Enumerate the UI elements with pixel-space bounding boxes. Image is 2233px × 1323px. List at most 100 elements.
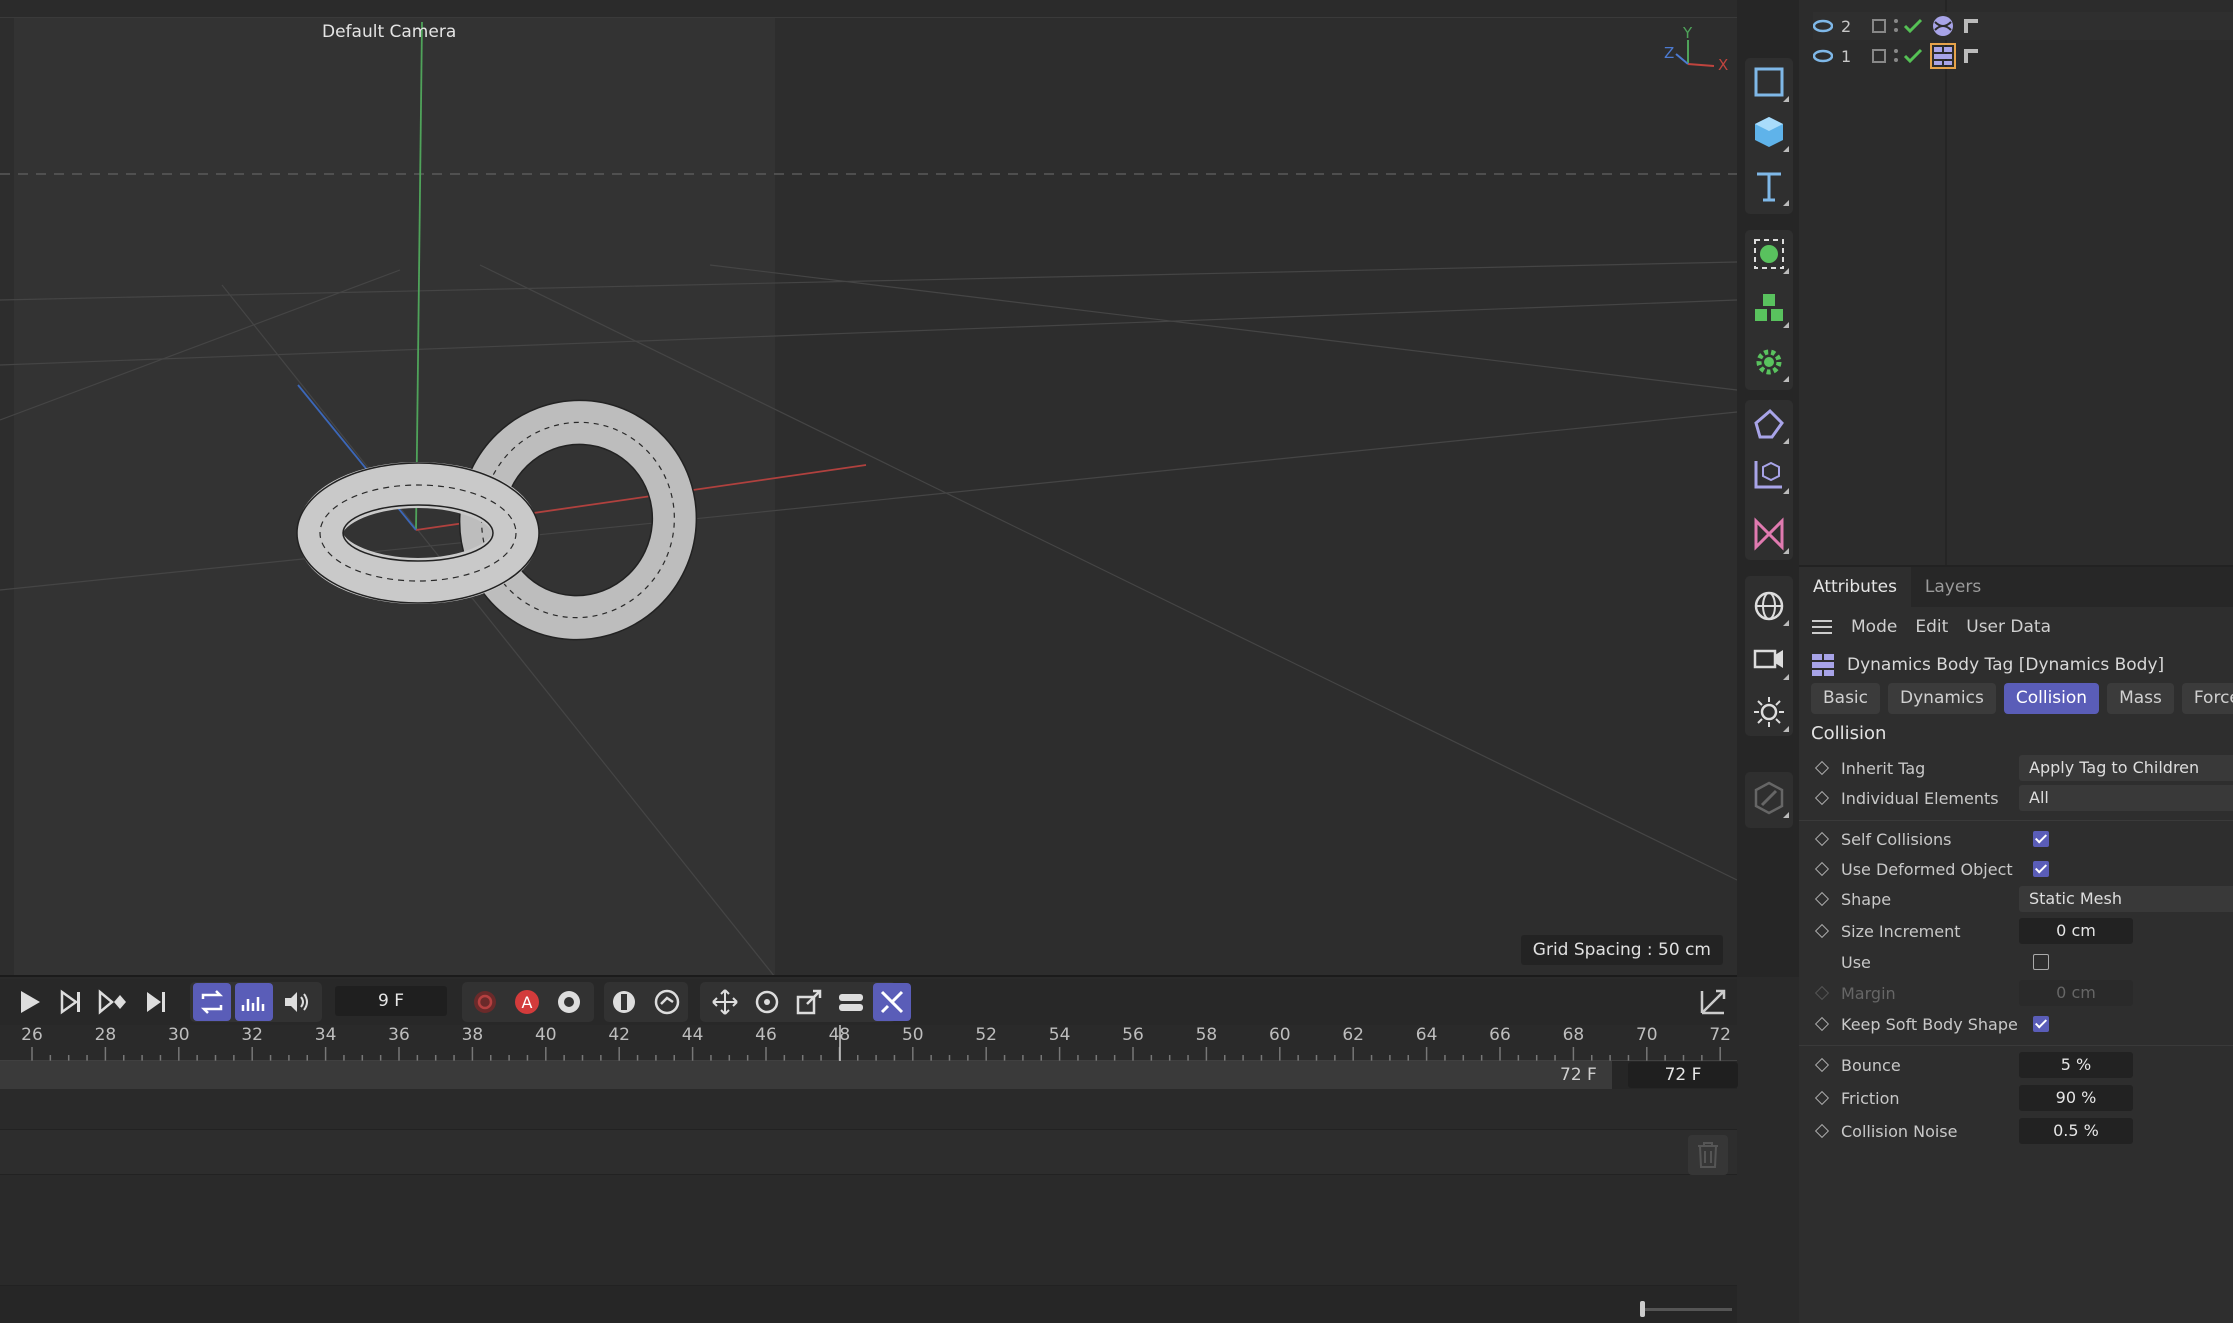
max-frame-field[interactable]: 72 F bbox=[1628, 1062, 1738, 1088]
tag-flag-icon[interactable] bbox=[1961, 16, 1981, 36]
shape-dropdown[interactable]: Static Mesh bbox=[2019, 886, 2233, 912]
camera-label[interactable]: Default Camera bbox=[322, 22, 456, 42]
move-key-icon[interactable] bbox=[706, 983, 744, 1021]
render-dots-icon[interactable] bbox=[1891, 47, 1901, 65]
visibility-eye-icon[interactable] bbox=[1813, 49, 1833, 63]
audio-scrub-icon[interactable] bbox=[235, 983, 273, 1021]
tag-title: Dynamics Body Tag [Dynamics Body] bbox=[1847, 655, 2165, 675]
current-frame-field[interactable]: 9 F bbox=[335, 986, 447, 1016]
keyframe-diamond-icon[interactable] bbox=[1814, 923, 1830, 939]
editor-toggle-icon[interactable] bbox=[1871, 48, 1887, 64]
timeline-graph-icon[interactable] bbox=[1694, 983, 1732, 1021]
object-row-2[interactable]: 2 bbox=[1813, 12, 2233, 40]
field-icon[interactable] bbox=[1747, 512, 1791, 556]
scene-object-icon[interactable] bbox=[1747, 452, 1791, 496]
collision-noise-field[interactable]: 0.5 % bbox=[2019, 1118, 2133, 1144]
sphere-tag-icon[interactable] bbox=[1931, 14, 1955, 38]
use-checkbox[interactable] bbox=[2033, 954, 2049, 970]
dynamics-tag-icon[interactable] bbox=[1930, 43, 1956, 69]
individual-elements-dropdown[interactable]: All bbox=[2019, 785, 2233, 811]
friction-field[interactable]: 90 % bbox=[2019, 1085, 2133, 1111]
menu-user-data[interactable]: User Data bbox=[1966, 617, 2051, 637]
enabled-check-icon[interactable] bbox=[1903, 48, 1923, 64]
timeline-ruler[interactable]: 26 28 30 32 34 36 38 40 42 44 46 48 50 52 54 56 58 60 62 64… bbox=[0, 1025, 1737, 1063]
generator-icon[interactable] bbox=[1747, 232, 1791, 276]
keep-soft-body-checkbox[interactable] bbox=[2033, 1016, 2049, 1032]
visibility-eye-icon[interactable] bbox=[1813, 19, 1833, 33]
next-key-icon[interactable] bbox=[94, 983, 132, 1021]
menu-edit[interactable]: Edit bbox=[1915, 617, 1948, 637]
cube-icon[interactable] bbox=[1747, 110, 1791, 154]
track-row[interactable] bbox=[0, 1129, 1737, 1175]
prop-label: Individual Elements bbox=[1841, 788, 1999, 808]
keyframe-diamond-icon[interactable] bbox=[1814, 760, 1830, 776]
zoom-slider-handle[interactable] bbox=[1640, 1301, 1645, 1317]
record-icon[interactable] bbox=[466, 983, 504, 1021]
range-slider[interactable] bbox=[0, 1061, 1612, 1089]
subtab-force[interactable]: Force bbox=[2181, 683, 2233, 714]
autokey-icon[interactable]: A bbox=[508, 983, 546, 1021]
environment-icon[interactable] bbox=[1747, 584, 1791, 628]
prop-label: Size Increment bbox=[1841, 921, 1961, 941]
subtab-dynamics[interactable]: Dynamics bbox=[1888, 683, 1996, 714]
inherit-tag-dropdown[interactable]: Apply Tag to Children bbox=[2019, 755, 2233, 781]
param-key-icon[interactable] bbox=[832, 983, 870, 1021]
object-manager-separator[interactable] bbox=[1945, 0, 1947, 565]
tab-attributes[interactable]: Attributes bbox=[1799, 567, 1911, 607]
keyframe-diamond-icon[interactable] bbox=[1814, 1057, 1830, 1073]
prop-label: Use bbox=[1841, 952, 1871, 972]
tag-flag-icon[interactable] bbox=[1961, 46, 1981, 66]
cloner-icon[interactable] bbox=[1747, 286, 1791, 330]
prop-label: Margin bbox=[1841, 983, 1896, 1003]
square-primitive-icon[interactable] bbox=[1747, 60, 1791, 104]
pla-key-icon[interactable] bbox=[873, 983, 911, 1021]
divider bbox=[1799, 1045, 2233, 1046]
loop-icon[interactable] bbox=[193, 983, 231, 1021]
object-name[interactable]: 2 bbox=[1841, 17, 1863, 36]
keyframe-diamond-icon[interactable] bbox=[1814, 891, 1830, 907]
enabled-check-icon[interactable] bbox=[1903, 18, 1923, 34]
next-frame-icon[interactable] bbox=[52, 983, 90, 1021]
subtab-mass[interactable]: Mass bbox=[2107, 683, 2174, 714]
bounce-field[interactable]: 5 % bbox=[2019, 1052, 2133, 1078]
text-icon[interactable] bbox=[1747, 164, 1791, 208]
speaker-icon[interactable] bbox=[277, 983, 315, 1021]
scale-key-icon[interactable] bbox=[790, 983, 828, 1021]
play-icon[interactable] bbox=[10, 983, 48, 1021]
y-axis-line bbox=[415, 21, 423, 531]
effector-gear-icon[interactable] bbox=[1747, 340, 1791, 384]
object-row-1[interactable]: 1 bbox=[1813, 42, 2233, 70]
keyframe-diamond-icon[interactable] bbox=[1814, 790, 1830, 806]
ruler-label: 40 bbox=[534, 1025, 557, 1045]
torus-object-2[interactable] bbox=[420, 361, 735, 678]
go-to-end-icon[interactable] bbox=[137, 983, 175, 1021]
object-name[interactable]: 1 bbox=[1841, 47, 1863, 66]
keyframe-diamond-icon[interactable] bbox=[1814, 1123, 1830, 1139]
keyframe-diamond-icon[interactable] bbox=[1814, 1090, 1830, 1106]
3d-viewport[interactable]: Y X Z Default Camera Grid Spacing : 50 c… bbox=[0, 0, 1737, 977]
keyframe-diamond-icon[interactable] bbox=[1814, 861, 1830, 877]
rotate-key-icon[interactable] bbox=[748, 983, 786, 1021]
deformer-icon[interactable] bbox=[1747, 402, 1791, 446]
menu-mode[interactable]: Mode bbox=[1851, 617, 1897, 637]
torus-object-1[interactable] bbox=[296, 462, 540, 604]
edit-icon[interactable] bbox=[1747, 776, 1791, 820]
tab-layers[interactable]: Layers bbox=[1911, 567, 1995, 607]
render-dots-icon[interactable] bbox=[1891, 17, 1901, 35]
keyframe-selection-icon[interactable] bbox=[605, 983, 643, 1021]
editor-toggle-icon[interactable] bbox=[1871, 18, 1887, 34]
camera-st-icon[interactable] bbox=[1747, 638, 1791, 682]
size-increment-field[interactable]: 0 cm bbox=[2019, 918, 2133, 944]
keyframe-auto-icon[interactable] bbox=[648, 983, 686, 1021]
subtab-basic[interactable]: Basic bbox=[1811, 683, 1881, 714]
key-settings-gear-icon[interactable] bbox=[550, 983, 588, 1021]
trash-icon[interactable] bbox=[1688, 1135, 1728, 1175]
hamburger-menu-icon[interactable] bbox=[1811, 618, 1833, 636]
subtab-collision[interactable]: Collision bbox=[2003, 683, 2100, 714]
light-st-icon[interactable] bbox=[1747, 690, 1791, 734]
keyframe-diamond-icon[interactable] bbox=[1814, 1016, 1830, 1032]
ruler-label: 58 bbox=[1195, 1025, 1218, 1045]
self-collisions-checkbox[interactable] bbox=[2033, 831, 2049, 847]
use-deformed-checkbox[interactable] bbox=[2033, 861, 2049, 877]
keyframe-diamond-icon[interactable] bbox=[1814, 831, 1830, 847]
